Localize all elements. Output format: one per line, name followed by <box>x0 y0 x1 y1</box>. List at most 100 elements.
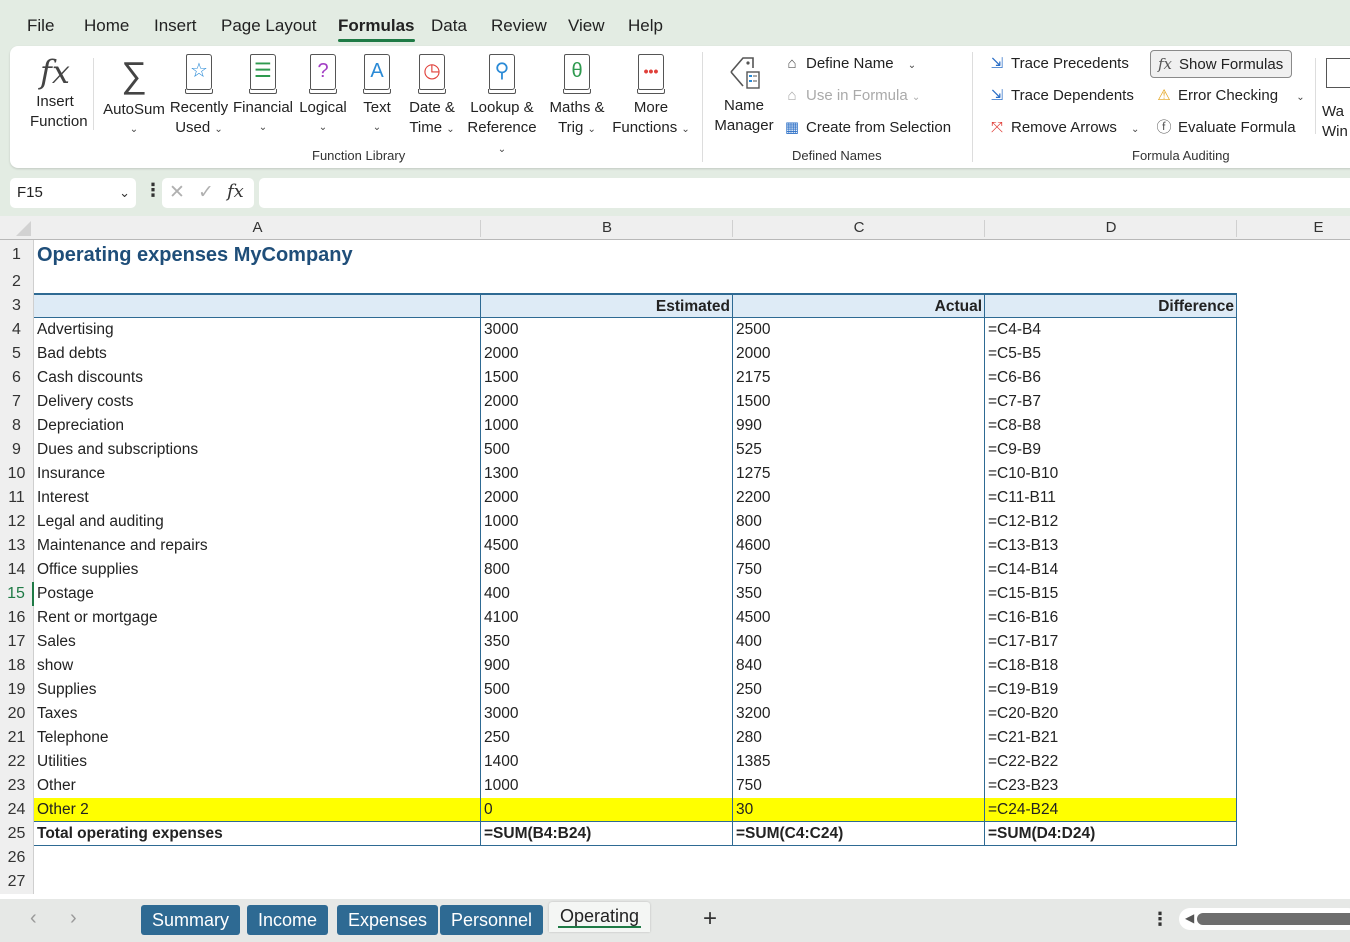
cell-c[interactable]: 2000 <box>733 342 985 366</box>
cell-c[interactable]: 1500 <box>733 390 985 414</box>
row-header[interactable]: 1 <box>0 240 34 270</box>
cell-c[interactable]: 3200 <box>733 702 985 726</box>
cell-c[interactable]: 350 <box>733 582 985 606</box>
cell-d[interactable]: =C7-B7 <box>985 390 1237 414</box>
name-box[interactable]: F15 ⌄ <box>10 178 136 208</box>
row-header[interactable]: 20 <box>0 702 34 726</box>
row-header[interactable]: 18 <box>0 654 34 678</box>
cell-a[interactable]: Advertising <box>34 318 481 342</box>
cell-a[interactable]: Telephone <box>34 726 481 750</box>
header-cell-b[interactable]: Estimated <box>481 294 733 318</box>
cell-b[interactable]: 4100 <box>481 606 733 630</box>
cell-d[interactable]: =C8-B8 <box>985 414 1237 438</box>
cell-d[interactable]: =C20-B20 <box>985 702 1237 726</box>
enter-check-icon[interactable]: ✓ <box>198 181 214 204</box>
date-time-button[interactable]: ◷ Date & Time ⌄ <box>403 54 461 140</box>
name-manager-button[interactable]: Name Manager <box>710 52 778 136</box>
cell-a[interactable]: Depreciation <box>34 414 481 438</box>
row-header[interactable]: 21 <box>0 726 34 750</box>
cell-b[interactable]: 1000 <box>481 510 733 534</box>
cell-b[interactable]: 900 <box>481 654 733 678</box>
cell-b[interactable]: 1000 <box>481 414 733 438</box>
row-header[interactable]: 3 <box>0 294 34 318</box>
menu-tab-data[interactable]: Data <box>431 16 467 36</box>
cancel-icon[interactable]: ✕ <box>169 181 185 204</box>
cell-d[interactable]: =C16-B16 <box>985 606 1237 630</box>
error-checking-button[interactable]: ⚠ Error Checking ⌄ <box>1154 84 1304 108</box>
column-header-c[interactable]: C <box>733 216 985 240</box>
cell-b[interactable]: 0 <box>481 798 733 822</box>
cell-b[interactable]: 400 <box>481 582 733 606</box>
cell-d[interactable]: =C10-B10 <box>985 462 1237 486</box>
cell-c[interactable]: 400 <box>733 630 985 654</box>
cell-d[interactable]: =C21-B21 <box>985 726 1237 750</box>
total-cell-d[interactable]: =SUM(D4:D24) <box>985 822 1237 846</box>
sheet-tab-summary[interactable]: Summary <box>141 905 241 935</box>
cell-d[interactable]: =C9-B9 <box>985 438 1237 462</box>
row-header[interactable]: 13 <box>0 534 34 558</box>
cell-a[interactable]: show <box>34 654 481 678</box>
row-header[interactable]: 10 <box>0 462 34 486</box>
trace-precedents-button[interactable]: ⇲ Trace Precedents <box>987 52 1129 76</box>
cell-d[interactable]: =C12-B12 <box>985 510 1237 534</box>
trace-dependents-button[interactable]: ⇲ Trace Dependents <box>987 84 1134 108</box>
cell-b[interactable]: 3000 <box>481 702 733 726</box>
create-from-selection-button[interactable]: ▦ Create from Selection <box>782 116 951 140</box>
cell-a[interactable]: Sales <box>34 630 481 654</box>
cell-d[interactable]: =C14-B14 <box>985 558 1237 582</box>
menu-tab-view[interactable]: View <box>568 16 605 36</box>
total-cell-a[interactable]: Total operating expenses <box>34 822 481 846</box>
cell-c[interactable]: 750 <box>733 774 985 798</box>
cell-d[interactable]: =C15-B15 <box>985 582 1237 606</box>
header-cell-a[interactable] <box>34 294 481 318</box>
use-in-formula-button[interactable]: ⌂ Use in Formula ⌄ <box>782 84 920 108</box>
total-cell-c[interactable]: =SUM(C4:C24) <box>733 822 985 846</box>
row-header[interactable]: 19 <box>0 678 34 702</box>
row-header[interactable]: 15 <box>0 582 34 606</box>
cell-d[interactable]: =C17-B17 <box>985 630 1237 654</box>
column-header-e[interactable]: E <box>1237 216 1350 240</box>
cell-a[interactable]: Legal and auditing <box>34 510 481 534</box>
cell-b[interactable]: 2000 <box>481 390 733 414</box>
logical-button[interactable]: ? Logical ⌄ <box>296 54 350 138</box>
menu-tab-insert[interactable]: Insert <box>154 16 197 36</box>
cell-c[interactable]: 2200 <box>733 486 985 510</box>
chevron-down-icon[interactable]: ⌄ <box>119 178 130 208</box>
autosum-button[interactable]: ∑ AutoSum ⌄ <box>102 52 166 140</box>
cell-c[interactable]: 2175 <box>733 366 985 390</box>
cell-d[interactable]: =C6-B6 <box>985 366 1237 390</box>
row-header[interactable]: 8 <box>0 414 34 438</box>
cell-a[interactable]: Bad debts <box>34 342 481 366</box>
row-header[interactable]: 5 <box>0 342 34 366</box>
row-header[interactable]: 16 <box>0 606 34 630</box>
more-options-icon[interactable]: ⋮ <box>1151 909 1169 930</box>
cell-b[interactable]: 2000 <box>481 342 733 366</box>
row-header[interactable]: 14 <box>0 558 34 582</box>
row-header[interactable]: 25 <box>0 822 34 846</box>
financial-button[interactable]: ☰ Financial ⌄ <box>232 54 294 138</box>
row-header[interactable]: 23 <box>0 774 34 798</box>
cell-d[interactable]: =C24-B24 <box>985 798 1237 822</box>
cell-c[interactable]: 1385 <box>733 750 985 774</box>
sheet-tab-personnel[interactable]: Personnel <box>440 905 544 935</box>
row-header[interactable]: 12 <box>0 510 34 534</box>
header-cell-c[interactable]: Actual <box>733 294 985 318</box>
cell-d[interactable]: =C5-B5 <box>985 342 1237 366</box>
show-formulas-button[interactable]: fx Show Formulas <box>1150 50 1293 78</box>
cell-a[interactable]: Dues and subscriptions <box>34 438 481 462</box>
row-header[interactable]: 24 <box>0 798 34 822</box>
row-header[interactable]: 27 <box>0 870 34 894</box>
cell-d[interactable]: =C23-B23 <box>985 774 1237 798</box>
scroll-left-icon[interactable]: ◀ <box>1185 911 1194 925</box>
cell-b[interactable]: 2000 <box>481 486 733 510</box>
cell-b[interactable]: 500 <box>481 438 733 462</box>
more-functions-button[interactable]: ••• More Functions ⌄ <box>610 54 692 140</box>
cell-a[interactable]: Postage <box>34 582 481 606</box>
more-options-icon[interactable]: ⋮ <box>144 180 162 201</box>
cell-c[interactable]: 990 <box>733 414 985 438</box>
cell-c[interactable]: 30 <box>733 798 985 822</box>
cell-a[interactable]: Other 2 <box>34 798 481 822</box>
cell-b[interactable]: 1500 <box>481 366 733 390</box>
next-sheet-icon[interactable]: › <box>70 907 77 930</box>
cell-a[interactable]: Cash discounts <box>34 366 481 390</box>
